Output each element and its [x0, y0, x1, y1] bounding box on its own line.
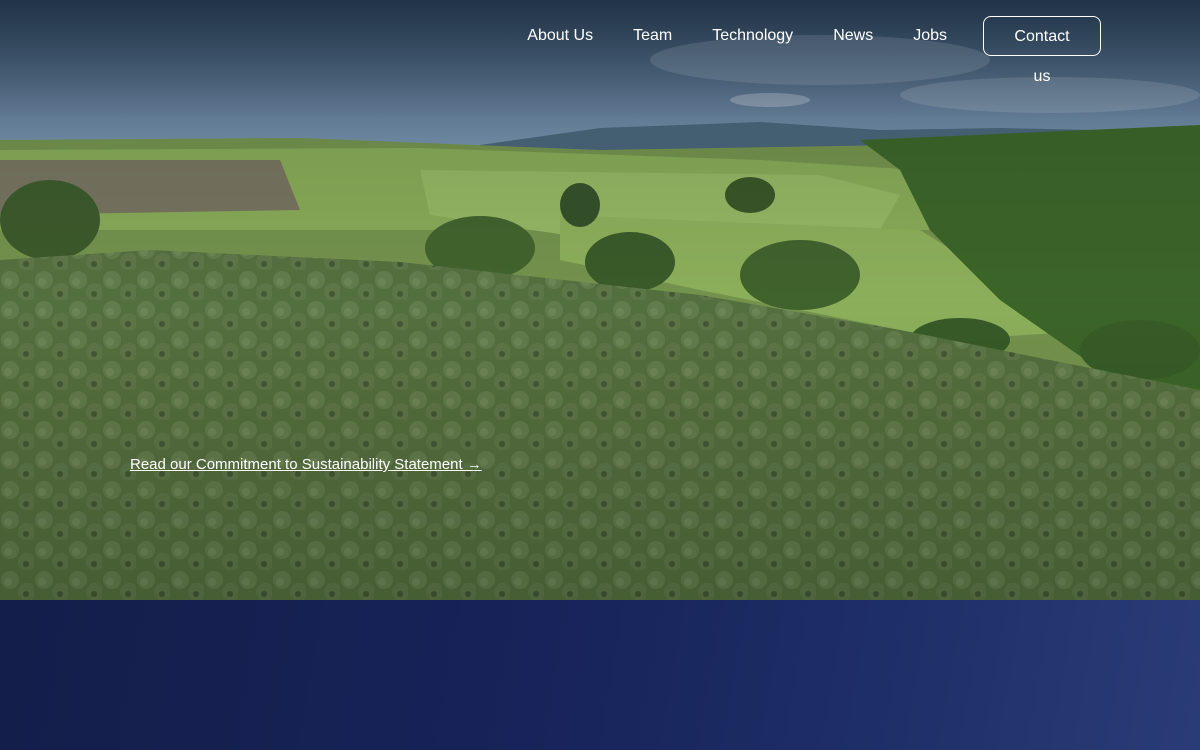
nav-link-news[interactable]: News: [833, 15, 873, 57]
hero-section: About Us Team Technology News Jobs Conta…: [0, 0, 1200, 600]
nav-link-about-us[interactable]: About Us: [527, 15, 593, 57]
top-navigation: About Us Team Technology News Jobs Conta…: [527, 15, 1101, 85]
bottom-section: [0, 600, 1200, 750]
sustainability-statement-link[interactable]: Read our Commitment to Sustainability St…: [130, 456, 482, 473]
nav-link-technology[interactable]: Technology: [712, 15, 793, 57]
contact-us-button[interactable]: Contact us: [983, 16, 1101, 85]
nav-link-team[interactable]: Team: [633, 15, 672, 57]
nav-link-jobs[interactable]: Jobs: [913, 15, 947, 57]
hero-overlay: [0, 0, 1200, 600]
